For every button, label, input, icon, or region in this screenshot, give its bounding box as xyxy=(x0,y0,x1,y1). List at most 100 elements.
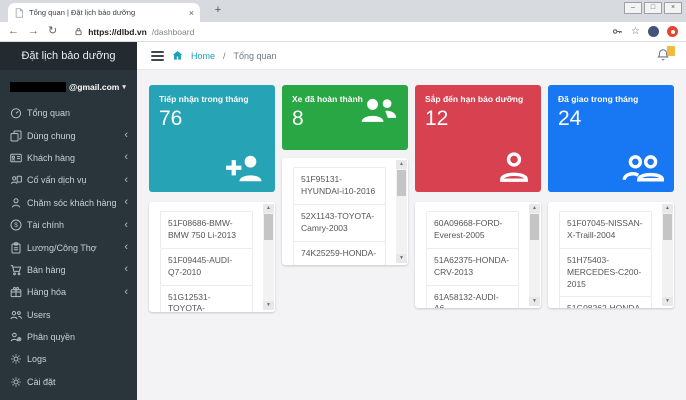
users-filled-icon xyxy=(358,96,398,124)
tab-close-icon[interactable]: × xyxy=(189,8,194,18)
user-account-dropdown[interactable]: @gmail.com ▾ xyxy=(0,70,137,100)
users-outline-icon xyxy=(622,154,664,183)
window-close-button[interactable]: × xyxy=(664,2,682,14)
copy-icon xyxy=(10,130,22,142)
scroll-down-icon[interactable]: ▼ xyxy=(662,297,673,306)
sidebar-item-dung-chung[interactable]: Dùng chung ‹ xyxy=(0,124,137,146)
list-item[interactable]: 51F09445-AUDI-Q7-2010 xyxy=(160,248,253,286)
id-card-icon xyxy=(10,152,22,164)
stat-card-title: Tiếp nhận trong tháng xyxy=(159,94,265,104)
sidebar-item-hang-hoa[interactable]: Hàng hóa ‹ xyxy=(0,281,137,303)
list-item[interactable]: 51F08686-BMW-BMW 750 Li-2013 xyxy=(160,211,253,249)
window-controls: – □ × xyxy=(624,2,682,14)
scrollbar[interactable]: ▲ ▼ xyxy=(396,160,407,263)
scrollbar-thumb[interactable] xyxy=(663,214,672,240)
new-tab-button[interactable]: + xyxy=(210,4,226,16)
lock-icon xyxy=(74,27,83,36)
main-area: Home / Tổng quan Tiếp nhận trong tháng xyxy=(137,42,686,400)
scrollbar[interactable]: ▲ ▼ xyxy=(263,204,274,310)
scroll-down-icon[interactable]: ▼ xyxy=(263,301,274,310)
scroll-up-icon[interactable]: ▲ xyxy=(263,204,274,213)
list-item[interactable]: 61A58132-AUDI-A6- xyxy=(426,285,519,308)
person-icon xyxy=(10,197,22,209)
sidebar-item-logs[interactable]: Logs xyxy=(0,348,137,370)
browser-toolbar: ← → ↻ https://dlbd.vn/dashboard ☆ xyxy=(0,22,686,42)
scroll-up-icon[interactable]: ▲ xyxy=(529,204,540,213)
content-header: Home / Tổng quan xyxy=(137,42,686,70)
scrollbar[interactable]: ▲ ▼ xyxy=(662,204,673,306)
chevron-left-icon: ‹ xyxy=(124,264,128,275)
stat-column-2: Xe đã hoàn thành 8 51F95131-HYUNDAI-i10-… xyxy=(282,85,408,400)
list-item[interactable]: 51H75403-MERCEDES-C200-2015 xyxy=(559,248,652,298)
list-item[interactable]: 51G12531-TOYOTA- xyxy=(160,285,253,312)
sidebar-menu: Tổng quan Dùng chung ‹ Khách hàng xyxy=(0,100,137,393)
scroll-up-icon[interactable]: ▲ xyxy=(662,204,673,213)
window-maximize-button[interactable]: □ xyxy=(644,2,662,14)
chevron-left-icon: ‹ xyxy=(124,152,128,163)
scroll-down-icon[interactable]: ▼ xyxy=(529,297,540,306)
stat-card-value: 76 xyxy=(159,107,265,131)
sidebar-item-tong-quan[interactable]: Tổng quan xyxy=(0,102,137,124)
sidebar-item-ban-hang[interactable]: Bán hàng ‹ xyxy=(0,259,137,281)
scroll-down-icon[interactable]: ▼ xyxy=(396,254,407,263)
sidebar-item-cham-soc-khach-hang[interactable]: Chăm sóc khách hàng ‹ xyxy=(0,192,137,214)
home-icon xyxy=(172,50,183,61)
person-gear-icon xyxy=(10,331,22,343)
window-minimize-button[interactable]: – xyxy=(624,2,642,14)
stat-card-title: Sắp đến hạn bảo dưỡng xyxy=(425,94,531,104)
key-icon[interactable] xyxy=(612,26,623,37)
bookmark-star-icon[interactable]: ☆ xyxy=(631,26,640,37)
page-favicon-icon xyxy=(14,8,24,18)
menu-icon[interactable] xyxy=(151,51,164,61)
sidebar-item-luong-cong-tho[interactable]: Lương/Công Thợ ‹ xyxy=(0,236,137,258)
sidebar-item-cai-dat[interactable]: Cài đặt xyxy=(0,371,137,393)
stat-card-hoan-thanh: Xe đã hoàn thành 8 xyxy=(282,85,408,150)
svg-text:$: $ xyxy=(14,222,18,229)
breadcrumb-home-link[interactable]: Home xyxy=(191,51,215,61)
list-item[interactable]: 52X1143-TOYOTA-Camry-2003 xyxy=(293,204,386,242)
browser-profile-avatar[interactable] xyxy=(648,26,659,37)
vehicle-list-panel: 60A09668-FORD-Everest-2005 51A62375-HOND… xyxy=(415,202,541,308)
chevron-left-icon: ‹ xyxy=(124,242,128,253)
address-bar[interactable]: https://dlbd.vn/dashboard xyxy=(66,27,603,37)
notification-badge xyxy=(667,46,675,56)
dashboard-content: Tiếp nhận trong tháng 76 51F08686-BMW-BM… xyxy=(137,70,686,400)
app-root: Đặt lịch bảo dưỡng @gmail.com ▾ Tổng qua… xyxy=(0,42,686,400)
user-outline-icon xyxy=(497,151,531,183)
extension-icon[interactable] xyxy=(667,26,678,37)
forward-icon[interactable]: → xyxy=(28,26,39,37)
list-item[interactable]: 60A09668-FORD-Everest-2005 xyxy=(426,211,519,249)
sidebar: Đặt lịch bảo dưỡng @gmail.com ▾ Tổng qua… xyxy=(0,42,137,400)
vehicle-list-panel: 51F95131-HYUNDAI-i10-2016 52X1143-TOYOTA… xyxy=(282,158,408,265)
list-item[interactable]: 51G08262-HONDA- xyxy=(559,296,652,308)
gift-icon xyxy=(10,286,22,298)
stat-column-3: Sắp đến hạn bảo dưỡng 12 60A09668-FORD-E… xyxy=(415,85,541,400)
tab-title: Tổng quan | Đặt lịch bảo dưỡng xyxy=(29,8,184,17)
sidebar-item-users[interactable]: Users xyxy=(0,304,137,326)
scrollbar[interactable]: ▲ ▼ xyxy=(529,204,540,306)
breadcrumb-current: Tổng quan xyxy=(234,51,277,61)
browser-tab[interactable]: Tổng quan | Đặt lịch bảo dưỡng × xyxy=(8,3,200,22)
list-item[interactable]: 51A62375-HONDA-CRV-2013 xyxy=(426,248,519,286)
scroll-up-icon[interactable]: ▲ xyxy=(396,160,407,169)
notifications-button[interactable] xyxy=(656,48,672,64)
list-item[interactable]: 51F07045-NISSAN-X-Traill-2004 xyxy=(559,211,652,249)
sidebar-item-co-van-dich-vu[interactable]: Cố vấn dịch vụ ‹ xyxy=(0,169,137,191)
stat-column-1: Tiếp nhận trong tháng 76 51F08686-BMW-BM… xyxy=(149,85,275,400)
sidebar-item-khach-hang[interactable]: Khách hàng ‹ xyxy=(0,147,137,169)
sidebar-item-phan-quyen[interactable]: Phân quyền xyxy=(0,326,137,348)
user-plus-icon xyxy=(221,151,265,183)
toolbar-right: ☆ xyxy=(612,26,678,37)
user-email: @gmail.com xyxy=(69,82,119,92)
scrollbar-thumb[interactable] xyxy=(530,214,539,240)
scrollbar-thumb[interactable] xyxy=(264,214,273,240)
back-icon[interactable]: ← xyxy=(8,26,19,37)
sidebar-item-tai-chinh[interactable]: $ Tài chính ‹ xyxy=(0,214,137,236)
stat-card-value: 24 xyxy=(558,107,664,131)
stat-card-tiep-nhan: Tiếp nhận trong tháng 76 xyxy=(149,85,275,192)
scrollbar-thumb[interactable] xyxy=(397,170,406,196)
list-item[interactable]: 74K25259-HONDA- xyxy=(293,241,386,265)
list-item[interactable]: 51F95131-HYUNDAI-i10-2016 xyxy=(293,167,386,205)
refresh-icon[interactable]: ↻ xyxy=(48,26,57,37)
gear-icon xyxy=(10,353,22,365)
